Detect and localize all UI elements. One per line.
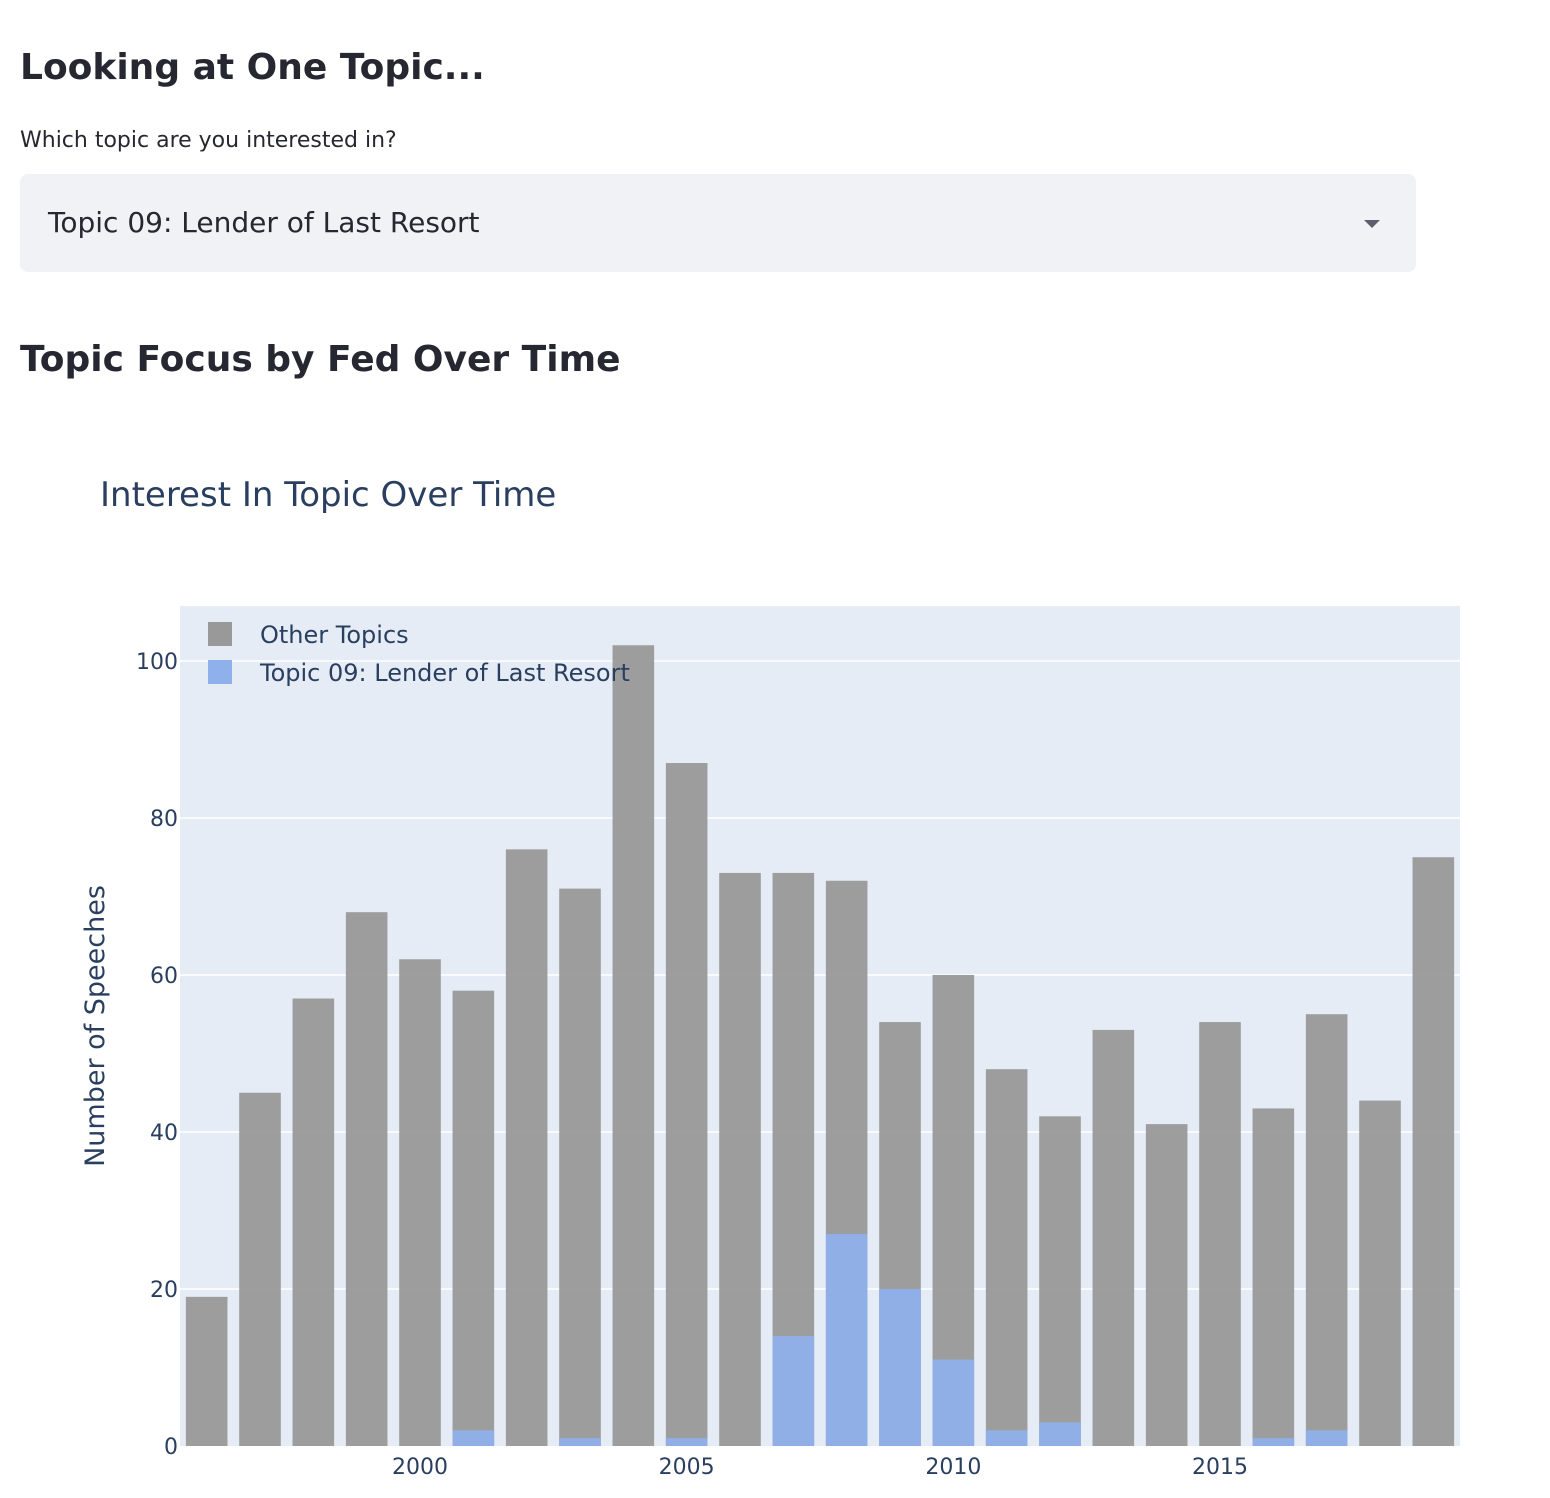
bar-other-topics — [292, 998, 335, 1446]
chevron-down-icon[interactable] — [1364, 220, 1380, 228]
bar-selected-topic — [665, 1438, 708, 1446]
bar-other-topics — [612, 645, 655, 1446]
bar-other-topics — [452, 990, 495, 1446]
y-tick-label: 60 — [150, 964, 178, 989]
bar-other-topics — [665, 763, 708, 1446]
bar-other-topics — [185, 1296, 228, 1446]
bar-other-topics — [1092, 1029, 1135, 1446]
x-tick-label: 2005 — [659, 1455, 715, 1480]
bar-chart: 0 20 40 60 80 100 2000 2005 2010 2015 Interest In … — [80, 475, 1460, 1480]
bar-other-topics — [399, 959, 441, 1446]
section-heading-topic-focus: Topic Focus by Fed Over Time — [20, 339, 621, 380]
bar-other-topics — [345, 912, 388, 1446]
legend-swatch — [208, 622, 232, 646]
y-axis-title: Number of Speeches — [80, 885, 111, 1167]
bar-other-topics — [1412, 857, 1455, 1446]
bar-other-topics — [559, 888, 601, 1446]
bar-selected-topic — [1305, 1430, 1348, 1446]
y-tick-label: 0 — [164, 1435, 178, 1460]
bar-other-topics — [1199, 1022, 1241, 1446]
bar-selected-topic — [932, 1359, 975, 1446]
topic-select[interactable]: Topic 09: Lender of Last Resort — [20, 174, 1416, 272]
bar-other-topics — [1305, 1014, 1348, 1446]
legend-label: Topic 09: Lender of Last Resort — [259, 659, 630, 687]
bar-other-topics — [1039, 1116, 1081, 1446]
bar-selected-topic — [879, 1288, 921, 1446]
bar-other-topics — [719, 872, 761, 1446]
bar-other-topics — [1145, 1124, 1188, 1446]
bar-selected-topic — [985, 1430, 1028, 1446]
chart-title: Interest In Topic Over Time — [100, 475, 556, 515]
bar-other-topics — [239, 1092, 281, 1446]
chart-container: 0 20 40 60 80 100 2000 2005 2010 2015 Interest In … — [0, 420, 1550, 1494]
y-tick-label: 20 — [150, 1278, 178, 1303]
legend-swatch — [208, 660, 232, 684]
bar-selected-topic — [452, 1430, 495, 1446]
y-tick-label: 100 — [136, 650, 178, 675]
bar-selected-topic — [559, 1438, 601, 1446]
bar-other-topics — [1359, 1100, 1401, 1446]
legend-label: Other Topics — [260, 621, 409, 649]
bar-other-topics — [985, 1069, 1028, 1446]
bar-selected-topic — [772, 1336, 815, 1446]
topic-select-label: Which topic are you interested in? — [20, 128, 397, 153]
bar-selected-topic — [1252, 1438, 1295, 1446]
bar-other-topics — [1252, 1108, 1295, 1446]
bar-selected-topic — [825, 1234, 868, 1446]
x-tick-label: 2010 — [925, 1455, 981, 1480]
y-tick-label: 80 — [150, 807, 178, 832]
section-heading-one-topic: Looking at One Topic... — [20, 47, 485, 88]
topic-select-value: Topic 09: Lender of Last Resort — [48, 206, 480, 239]
y-tick-label: 40 — [150, 1121, 178, 1146]
bar-selected-topic — [1039, 1422, 1081, 1446]
x-tick-label: 2015 — [1192, 1455, 1248, 1480]
bar-other-topics — [505, 849, 548, 1446]
x-tick-label: 2000 — [392, 1455, 448, 1480]
